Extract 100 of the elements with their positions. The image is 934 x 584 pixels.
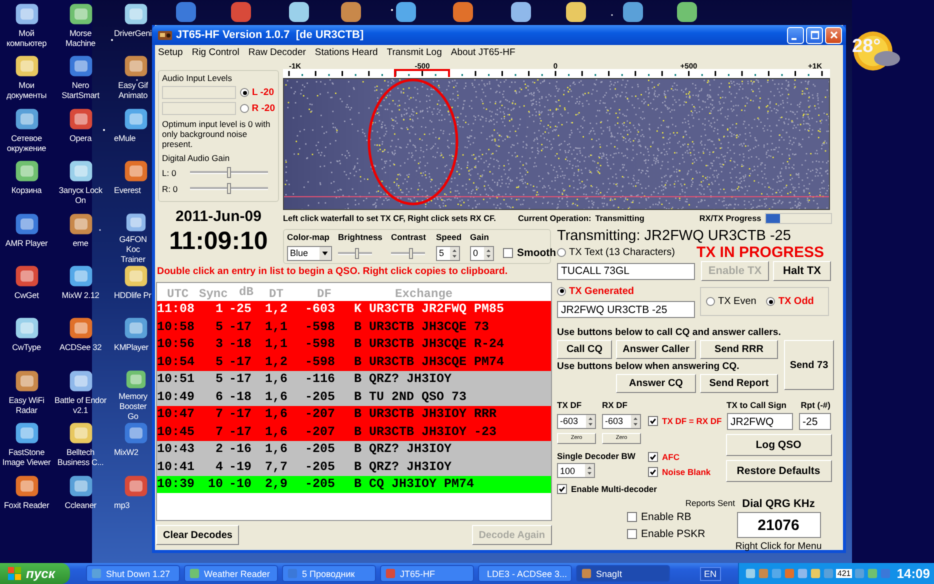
language-indicator[interactable]: EN [700, 566, 721, 580]
channel-radio[interactable]: L -20 [240, 87, 274, 98]
shortcut-icon[interactable] [288, 1, 310, 23]
menu-item[interactable]: Setup [158, 47, 183, 58]
taskbar-item[interactable]: LDE3 - ACDSee 3... [478, 565, 572, 582]
shortcut-icon[interactable] [622, 1, 644, 23]
decode-row[interactable]: 10:49 6 -18 1,6 -205 B TU 2ND QSO 73 [157, 388, 551, 406]
shortcut-label[interactable]: CwGet [14, 290, 39, 300]
decode-row[interactable]: 10:54 5 -17 1,2 -598 B UR3CTB JH3CQE PM74 [157, 353, 551, 370]
shortcut-label[interactable]: ACDSee 32 [59, 342, 102, 352]
shortcut-icon[interactable] [565, 1, 587, 23]
decode-row[interactable]: 10:51 5 -17 1,6 -116 B QRZ? JH3IOY [157, 370, 551, 388]
speed-spinner[interactable]: 5 [436, 246, 460, 260]
shortcut-label[interactable]: HDDlife Pr [114, 290, 152, 300]
shortcut-label[interactable]: Ccleaner [64, 500, 96, 510]
taskbar-item[interactable]: JT65-HF [380, 565, 474, 582]
close-button[interactable] [825, 26, 842, 44]
period-radio[interactable]: TX Odd [766, 296, 814, 307]
minimize-button[interactable] [787, 26, 804, 44]
shortcut-label[interactable]: Everest [114, 185, 141, 196]
shortcut-label[interactable]: Мои документы [0, 80, 52, 100]
option-checkbox[interactable]: Noise Blank [648, 466, 725, 476]
taskbar-item[interactable]: 5 Проводник [282, 565, 376, 582]
shortcut-label[interactable]: Morse Machine [54, 28, 106, 48]
dial-frequency[interactable]: 21076 [736, 512, 820, 538]
report-checkbox[interactable]: Enable RB [627, 508, 692, 525]
shortcut-icon[interactable] [395, 1, 417, 23]
shortcut-label[interactable]: Мой компьютер [0, 28, 52, 48]
option-checkbox[interactable]: AFC [648, 452, 725, 462]
shortcut-label[interactable]: MixW2 [114, 447, 138, 458]
shortcut-label[interactable]: mp3 [114, 500, 130, 510]
shortcut-label[interactable]: Battle of Endor v2.1 [54, 394, 106, 415]
tx-generated-radio[interactable]: TX Generated [557, 284, 695, 298]
shortcut-label[interactable]: Foxit Reader [4, 500, 50, 510]
taskbar-item[interactable]: SnagIt [576, 565, 670, 582]
decode-row[interactable]: 11:08 1 -25 1,2 -603 K UR3CTB JR2FWQ PM85 [157, 300, 551, 318]
shortcut-icon[interactable] [340, 1, 362, 23]
report-field[interactable]: -25 [798, 413, 830, 430]
shortcut-label[interactable]: MixW 2.12 [62, 290, 100, 300]
shortcut-label[interactable]: AMR Player [5, 238, 48, 248]
call-sign-field[interactable]: JR2FWQ [726, 413, 792, 430]
decode-row[interactable]: 10:47 7 -17 1,6 -207 B UR3CTB JH3IOY RRR [157, 406, 551, 423]
shortcut-icon[interactable] [510, 1, 532, 23]
shortcut-label[interactable]: eMule [114, 132, 136, 143]
taskbar-item[interactable]: Weather Reader [184, 565, 278, 582]
decode-row[interactable]: 10:58 5 -17 1,1 -598 B UR3CTB JH3CQE 73 [157, 318, 551, 336]
list-button[interactable]: Clear Decodes [156, 525, 240, 545]
cq-button[interactable]: Call CQ [557, 340, 612, 359]
df-spinner[interactable]: -603 [557, 414, 596, 428]
menu-item[interactable]: Stations Heard [314, 47, 378, 58]
channel-radio[interactable]: R -20 [240, 103, 275, 114]
decode-row[interactable]: 10:56 3 -18 1,1 -598 B UR3CTB JH3CQE R-24 [157, 336, 551, 353]
shortcut-label[interactable]: Easy WiFi Radar [0, 394, 52, 415]
log-qso-button[interactable]: Log QSO [726, 434, 832, 456]
shortcut-label[interactable]: KMPlayer [114, 342, 148, 352]
send-73-button[interactable]: Send 73 [784, 340, 834, 390]
smooth-checkbox[interactable]: Smooth [503, 247, 556, 259]
df-lock-checkbox[interactable]: TX DF = RX DF [648, 416, 725, 426]
shortcut-label[interactable]: Корзина [11, 185, 42, 196]
answer-button[interactable]: Send Report [700, 374, 778, 393]
shortcut-label[interactable]: Easy Gif Animato [114, 80, 152, 100]
shortcut-label[interactable]: Запуск Lock On [54, 185, 106, 206]
menu-item[interactable]: Rig Control [192, 47, 240, 58]
cq-button[interactable]: Send RRR [700, 340, 778, 359]
shortcut-label[interactable]: Opera [69, 132, 92, 143]
shortcut-label[interactable]: Memory Booster Go [114, 391, 152, 422]
restore-defaults-button[interactable]: Restore Defaults [726, 460, 832, 482]
colormap-dropdown[interactable]: Blue [287, 246, 332, 260]
multi-decoder-checkbox[interactable]: Enable Multi-decoder [557, 484, 725, 494]
shortcut-label[interactable]: Belltech Business C... [54, 447, 106, 468]
answer-button[interactable]: Answer CQ [616, 374, 696, 393]
shortcut-label[interactable]: Nero StartSmart [54, 80, 106, 100]
shortcut-label[interactable]: eme [72, 238, 88, 248]
period-radio[interactable]: TX Even [706, 296, 756, 307]
report-checkbox[interactable]: Enable PSKR [627, 525, 706, 542]
decode-row[interactable]: 10:43 2 -16 1,6 -205 B QRZ? JH3IOY [157, 440, 551, 458]
maximize-button[interactable] [806, 26, 823, 44]
tray-badge[interactable]: 421 [836, 569, 852, 578]
tx-button[interactable]: Halt TX [773, 261, 831, 281]
shortcut-label[interactable]: FastStone Image Viewer [0, 447, 52, 468]
shortcut-label[interactable]: DriverGeni [114, 28, 152, 38]
waterfall-display[interactable] [283, 78, 830, 210]
cq-button[interactable]: Answer Caller [616, 340, 696, 359]
shortcut-label[interactable]: CwType [12, 342, 41, 352]
bandwidth-spinner[interactable]: 100 [557, 463, 595, 478]
tx-text-radio[interactable]: TX Text (13 Characters) [557, 247, 675, 258]
gain-spinner[interactable]: 0 [470, 246, 494, 260]
menu-item[interactable]: About JT65-HF [450, 47, 516, 58]
df-spinner[interactable]: -603 [602, 414, 641, 428]
menu-item[interactable]: Transmit Log [386, 47, 442, 58]
decode-row[interactable]: 10:39 10 -10 2,9 -205 B CQ JH3IOY PM74 [157, 476, 551, 493]
shortcut-icon[interactable] [676, 1, 698, 23]
tx-text-field[interactable]: TUCALL 73GL [557, 262, 695, 280]
shortcut-icon[interactable] [452, 1, 474, 23]
taskbar-item[interactable]: Shut Down 1.27 [86, 565, 180, 582]
shortcut-label[interactable]: Сетевое окружение [0, 132, 52, 153]
decode-row[interactable]: 10:41 4 -19 7,7 -205 B QRZ? JH3IOY [157, 458, 551, 476]
decode-row[interactable]: 10:45 7 -17 1,6 -207 B UR3CTB JH3IOY -23 [157, 423, 551, 440]
menu-item[interactable]: Raw Decoder [248, 47, 306, 58]
shortcut-label[interactable]: G4FON Koc Trainer [114, 234, 152, 264]
